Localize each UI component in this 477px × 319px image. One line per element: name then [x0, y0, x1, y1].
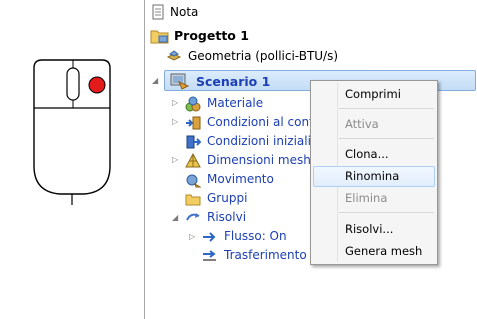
note-icon [152, 4, 164, 20]
collapse-arrow-icon[interactable]: ◢ [152, 76, 158, 85]
scenario-icon [170, 73, 190, 90]
geometry-icon [166, 50, 182, 61]
expand-arrow-icon[interactable]: ▷ [189, 232, 195, 241]
collapse-arrow-icon[interactable]: ◢ [172, 213, 178, 222]
initial-conditions-icon [186, 135, 201, 149]
menu-separator [339, 108, 434, 109]
tree-item-scenario[interactable]: Scenario 1 [196, 72, 270, 91]
tree-item-movimento[interactable]: Movimento [207, 170, 274, 189]
menu-item-clona[interactable]: Clona... [345, 145, 389, 163]
expand-arrow-icon[interactable]: ▷ [172, 98, 178, 107]
motion-icon [186, 174, 201, 188]
tree-item-progetto[interactable]: Progetto 1 [174, 26, 249, 45]
expand-arrow-icon[interactable]: ▷ [172, 117, 178, 126]
tree-item-geometria[interactable]: Geometria (pollici-BTU/s) [188, 47, 338, 66]
tree-item-condizioni-iniziali[interactable]: Condizioni iniziali [207, 132, 311, 151]
material-icon [185, 96, 201, 112]
tree-item-flusso[interactable]: Flusso: On [224, 227, 287, 246]
tree-item-condizioni-al-contorno[interactable]: Condizioni al cont [207, 113, 314, 132]
menu-separator [339, 212, 434, 213]
menu-item-genera-mesh[interactable]: Genera mesh [345, 242, 422, 260]
tree-item-nota[interactable]: Nota [170, 3, 198, 22]
solve-icon [186, 213, 200, 221]
menu-item-attiva[interactable]: Attiva [345, 115, 379, 133]
context-menu: Comprimi Attiva Clona... Rinomina Elimin… [310, 80, 438, 265]
tree-item-risolvi[interactable]: Risolvi [207, 208, 246, 227]
tree-item-trasferimento[interactable]: Trasferimento [224, 246, 307, 265]
boundary-conditions-icon [186, 116, 201, 130]
flow-icon [203, 232, 216, 242]
menu-item-risolvi[interactable]: Risolvi... [345, 220, 393, 238]
project-folder-icon [150, 30, 169, 44]
panel-divider [144, 0, 145, 319]
transfer-icon [203, 250, 216, 261]
menu-separator [339, 138, 434, 139]
menu-item-elimina[interactable]: Elimina [345, 189, 387, 207]
menu-item-rinomina[interactable]: Rinomina [345, 167, 399, 185]
mouse-right-click-icon [33, 59, 111, 205]
groups-icon [185, 194, 201, 206]
expand-arrow-icon[interactable]: ▷ [172, 155, 178, 164]
menu-item-comprimi[interactable]: Comprimi [345, 85, 401, 103]
mesh-size-icon [185, 153, 201, 168]
tree-item-dimensioni-mesh[interactable]: Dimensioni mesh [207, 151, 311, 170]
tree-item-gruppi[interactable]: Gruppi [207, 189, 247, 208]
tree-item-materiale[interactable]: Materiale [207, 94, 263, 113]
